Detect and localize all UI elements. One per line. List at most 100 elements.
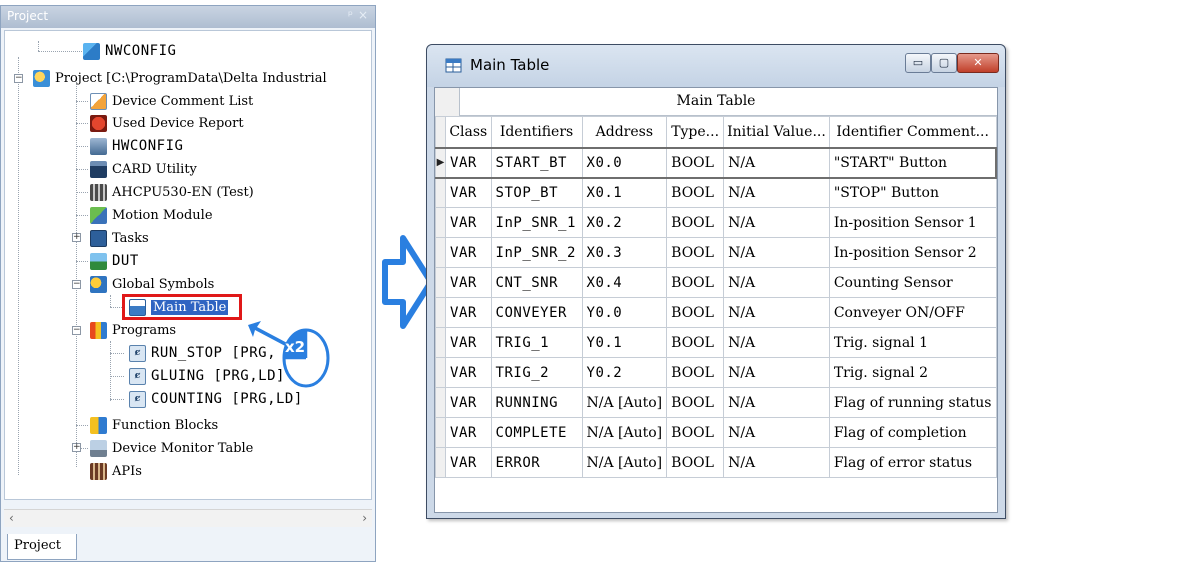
cell-type[interactable]: BOOL (666, 327, 725, 358)
column-header-address[interactable]: Address (581, 116, 668, 148)
table-row[interactable]: VAR COMPLETE N/A [Auto] BOOL N/A Flag of… (434, 417, 997, 448)
cell-class[interactable]: VAR (445, 447, 492, 478)
close-button[interactable]: ✕ (957, 53, 999, 73)
cell-comment[interactable]: Counting Sensor (828, 267, 997, 298)
tree-item-tasks[interactable]: Tasks (90, 227, 149, 249)
cell-type[interactable]: BOOL (666, 357, 725, 388)
tree-item-apis[interactable]: APIs (90, 460, 142, 482)
expander-tasks[interactable]: + (72, 233, 81, 242)
cell-class[interactable]: VAR (445, 237, 492, 268)
cell-identifier[interactable]: CONVEYER (490, 297, 583, 328)
cell-address[interactable]: N/A [Auto] (581, 417, 668, 448)
cell-initial-value[interactable]: N/A (723, 447, 830, 478)
tree-item-device-comment-list[interactable]: Device Comment List (90, 90, 253, 112)
cell-identifier[interactable]: COMPLETE (490, 417, 583, 448)
table-row[interactable]: VAR RUNNING N/A [Auto] BOOL N/A Flag of … (434, 387, 997, 418)
cell-type[interactable]: BOOL (666, 267, 725, 298)
column-header-initial-value[interactable]: Initial Value... (723, 116, 830, 148)
expander-global-symbols[interactable]: − (72, 280, 81, 289)
cell-address[interactable]: X0.1 (581, 177, 668, 208)
tree-item-device-monitor-table[interactable]: Device Monitor Table (90, 437, 253, 459)
cell-address[interactable]: Y0.0 (581, 297, 668, 328)
cell-address[interactable]: X0.0 (581, 146, 668, 179)
cell-type[interactable]: BOOL (666, 447, 725, 478)
cell-initial-value[interactable]: N/A (723, 297, 830, 328)
column-header-type[interactable]: Type... (666, 116, 725, 148)
cell-identifier[interactable]: InP_SNR_1 (490, 207, 583, 238)
cell-comment[interactable]: Flag of running status (828, 387, 997, 418)
table-row[interactable]: VAR InP_SNR_2 X0.3 BOOL N/A In-position … (434, 237, 997, 268)
cell-identifier[interactable]: ERROR (490, 447, 583, 478)
row-header[interactable] (434, 237, 447, 268)
cell-comment[interactable]: Flag of completion (828, 417, 997, 448)
cell-class[interactable]: VAR (445, 207, 492, 238)
row-header[interactable] (434, 417, 447, 448)
tree-item-motion-module[interactable]: Motion Module (90, 204, 213, 226)
table-row[interactable]: VAR ERROR N/A [Auto] BOOL N/A Flag of er… (434, 447, 997, 478)
tab-project[interactable]: Project (7, 534, 77, 560)
cell-type[interactable]: BOOL (666, 387, 725, 418)
cell-class[interactable]: VAR (445, 297, 492, 328)
cell-initial-value[interactable]: N/A (723, 267, 830, 298)
cell-identifier[interactable]: STOP_BT (490, 177, 583, 208)
cell-type[interactable]: BOOL (666, 207, 725, 238)
column-header-identifiers[interactable]: Identifiers (490, 116, 583, 148)
cell-type[interactable]: BOOL (666, 297, 725, 328)
row-header[interactable] (434, 297, 447, 328)
horizontal-scrollbar[interactable]: ‹ › (4, 509, 372, 527)
table-row[interactable]: VAR CNT_SNR X0.4 BOOL N/A Counting Senso… (434, 267, 997, 298)
cell-class[interactable]: VAR (445, 357, 492, 388)
cell-type[interactable]: BOOL (666, 177, 725, 208)
cell-comment[interactable]: "START" Button (828, 146, 997, 179)
cell-class[interactable]: VAR (445, 387, 492, 418)
row-header[interactable] (434, 447, 447, 478)
pin-icon[interactable]: ᵖ (348, 8, 353, 22)
table-row[interactable]: VAR STOP_BT X0.1 BOOL N/A "STOP" Button (434, 177, 997, 208)
cell-address[interactable]: X0.4 (581, 267, 668, 298)
tree-item-project[interactable]: Project [C:\ProgramData\Delta Industrial (33, 67, 327, 89)
table-row[interactable]: ▶ VAR START_BT X0.0 BOOL N/A "START" But… (434, 146, 997, 179)
cell-class[interactable]: VAR (445, 177, 492, 208)
cell-identifier[interactable]: START_BT (490, 146, 583, 179)
cell-identifier[interactable]: RUNNING (490, 387, 583, 418)
table-row[interactable]: VAR InP_SNR_1 X0.2 BOOL N/A In-position … (434, 207, 997, 238)
cell-identifier[interactable]: CNT_SNR (490, 267, 583, 298)
cell-address[interactable]: N/A [Auto] (581, 447, 668, 478)
cell-address[interactable]: X0.2 (581, 207, 668, 238)
cell-initial-value[interactable]: N/A (723, 146, 830, 179)
tree-item-used-device-report[interactable]: Used Device Report (90, 112, 244, 134)
scroll-right-icon[interactable]: › (362, 511, 367, 525)
cell-initial-value[interactable]: N/A (723, 207, 830, 238)
window-titlebar[interactable]: Main Table ▭ ▢ ✕ (427, 45, 1005, 87)
cell-initial-value[interactable]: N/A (723, 327, 830, 358)
cell-address[interactable]: X0.3 (581, 237, 668, 268)
row-selected-marker[interactable]: ▶ (434, 146, 447, 179)
row-header[interactable] (434, 327, 447, 358)
cell-initial-value[interactable]: N/A (723, 387, 830, 418)
tree-item-function-blocks[interactable]: Function Blocks (90, 414, 218, 436)
expander-project[interactable]: − (14, 74, 23, 83)
cell-comment[interactable]: In-position Sensor 2 (828, 237, 997, 268)
close-panel-icon[interactable]: × (358, 8, 368, 22)
minimize-button[interactable]: ▭ (905, 53, 931, 73)
cell-class[interactable]: VAR (445, 417, 492, 448)
maximize-button[interactable]: ▢ (931, 53, 957, 73)
row-header[interactable] (434, 177, 447, 208)
cell-initial-value[interactable]: N/A (723, 237, 830, 268)
cell-type[interactable]: BOOL (666, 146, 725, 179)
tree-item-counting[interactable]: ȼ COUNTING [PRG,LD] (129, 388, 303, 410)
expander-apis[interactable]: + (72, 443, 81, 452)
cell-class[interactable]: VAR (445, 267, 492, 298)
cell-class[interactable]: VAR (445, 327, 492, 358)
tree-item-dut[interactable]: DUT (90, 250, 139, 272)
tree-item-gluing[interactable]: ȼ GLUING [PRG,LD] (129, 365, 285, 387)
cell-identifier[interactable]: InP_SNR_2 (490, 237, 583, 268)
tree-item-global-symbols[interactable]: Global Symbols (90, 273, 214, 295)
cell-comment[interactable]: Conveyer ON/OFF (828, 297, 997, 328)
cell-type[interactable]: BOOL (666, 237, 725, 268)
cell-comment[interactable]: "STOP" Button (828, 177, 997, 208)
cell-identifier[interactable]: TRIG_2 (490, 357, 583, 388)
row-header[interactable] (434, 207, 447, 238)
cell-comment[interactable]: In-position Sensor 1 (828, 207, 997, 238)
cell-comment[interactable]: Trig. signal 1 (828, 327, 997, 358)
